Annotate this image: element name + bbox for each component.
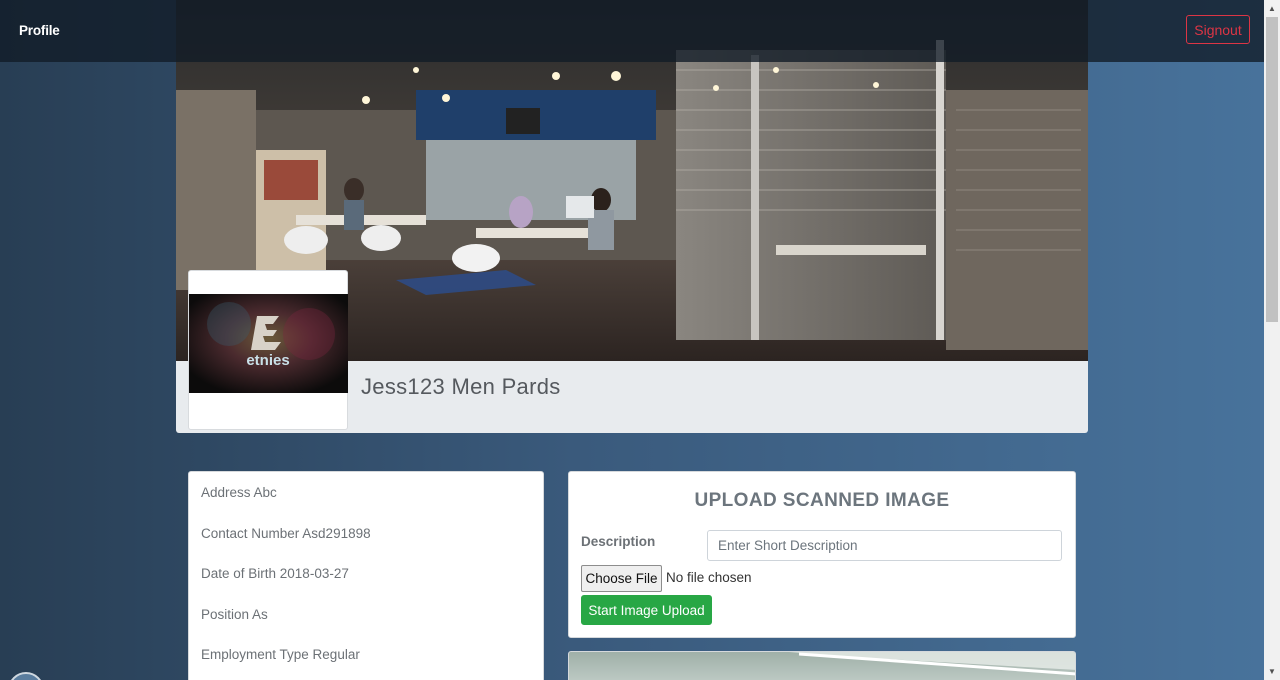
- description-label: Description: [581, 534, 656, 549]
- upload-card: UPLOAD SCANNED IMAGE Description Choose …: [568, 471, 1076, 638]
- avatar-logo-text: etnies: [246, 352, 289, 369]
- info-contact-number: Contact Number Asd291898: [201, 526, 371, 541]
- scrollbar-thumb[interactable]: [1266, 17, 1278, 322]
- file-status-text: No file chosen: [666, 570, 752, 585]
- profile-info-card: Address Abc Contact Number Asd291898 Dat…: [188, 471, 544, 680]
- info-position: Position As: [201, 607, 268, 622]
- info-address: Address Abc: [201, 485, 277, 500]
- avatar-card: etnies: [188, 270, 348, 430]
- avatar-image: etnies: [189, 294, 348, 393]
- upload-title: UPLOAD SCANNED IMAGE: [694, 490, 950, 511]
- chat-widget-icon[interactable]: [8, 672, 44, 680]
- navbar-brand[interactable]: Profile: [19, 23, 60, 38]
- signout-button[interactable]: Signout: [1186, 15, 1250, 44]
- info-employment-type: Employment Type Regular: [201, 647, 360, 662]
- info-date-of-birth: Date of Birth 2018-03-27: [201, 566, 349, 581]
- start-image-upload-button[interactable]: Start Image Upload: [581, 595, 712, 625]
- description-input[interactable]: [707, 530, 1062, 561]
- top-navbar: Profile Signout: [0, 0, 1264, 62]
- uploaded-image-card: [568, 651, 1076, 680]
- choose-file-button[interactable]: Choose File: [581, 565, 662, 592]
- scroll-down-arrow-icon[interactable]: ▼: [1264, 663, 1280, 680]
- page-scrollbar[interactable]: ▲ ▼: [1264, 0, 1280, 680]
- profile-name: Jess123 Men Pards: [361, 374, 561, 399]
- scroll-up-arrow-icon[interactable]: ▲: [1264, 0, 1280, 17]
